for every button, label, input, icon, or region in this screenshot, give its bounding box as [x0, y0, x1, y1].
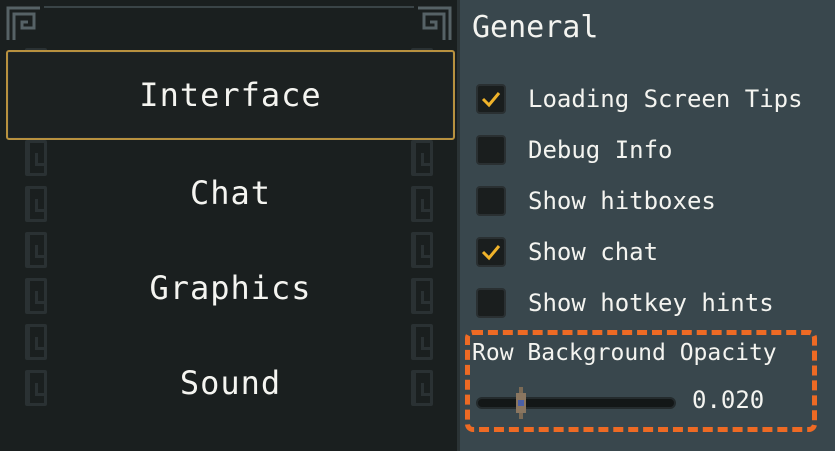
option-debug-info[interactable]: Debug Info — [476, 130, 673, 170]
checkbox[interactable] — [476, 288, 506, 318]
checkbox[interactable] — [476, 186, 506, 216]
menu-item-chat[interactable]: Chat — [6, 148, 455, 238]
option-show-hotkey-hints[interactable]: Show hotkey hints — [476, 283, 774, 323]
option-loading-screen-tips[interactable]: Loading Screen Tips — [476, 79, 803, 119]
checkbox[interactable] — [476, 135, 506, 165]
menu-item-label: Interface — [139, 76, 322, 114]
section-title: General — [472, 10, 599, 45]
menu-item-label: Sound — [179, 364, 282, 402]
menu-item-sound[interactable]: Sound — [6, 338, 455, 428]
option-show-chat[interactable]: Show chat — [476, 232, 658, 272]
slider-label: Row Background Opacity — [472, 340, 777, 366]
general-settings-panel: General Loading Screen Tips Debug Info S… — [462, 0, 835, 451]
ornament-divider — [44, 6, 414, 8]
menu-item-interface[interactable]: Interface — [6, 50, 455, 140]
menu-item-label: Chat — [189, 174, 272, 212]
checkmark-icon — [481, 245, 501, 261]
checkbox[interactable] — [476, 84, 506, 114]
slider-value: 0.020 — [692, 386, 765, 414]
option-show-hitboxes[interactable]: Show hitboxes — [476, 181, 716, 221]
settings-category-panel: Interface Chat Graphics Sound — [0, 0, 460, 451]
menu-item-label: Graphics — [149, 269, 312, 307]
option-label: Show chat — [528, 238, 659, 266]
option-label: Loading Screen Tips — [528, 85, 803, 113]
slider-thumb[interactable] — [514, 387, 528, 419]
opacity-slider[interactable] — [476, 387, 676, 419]
option-label: Show hotkey hints — [528, 289, 774, 317]
checkbox[interactable] — [476, 237, 506, 267]
checkmark-icon — [481, 92, 501, 108]
option-label: Debug Info — [528, 136, 673, 164]
option-label: Show hitboxes — [528, 187, 716, 215]
menu-item-graphics[interactable]: Graphics — [6, 243, 455, 333]
